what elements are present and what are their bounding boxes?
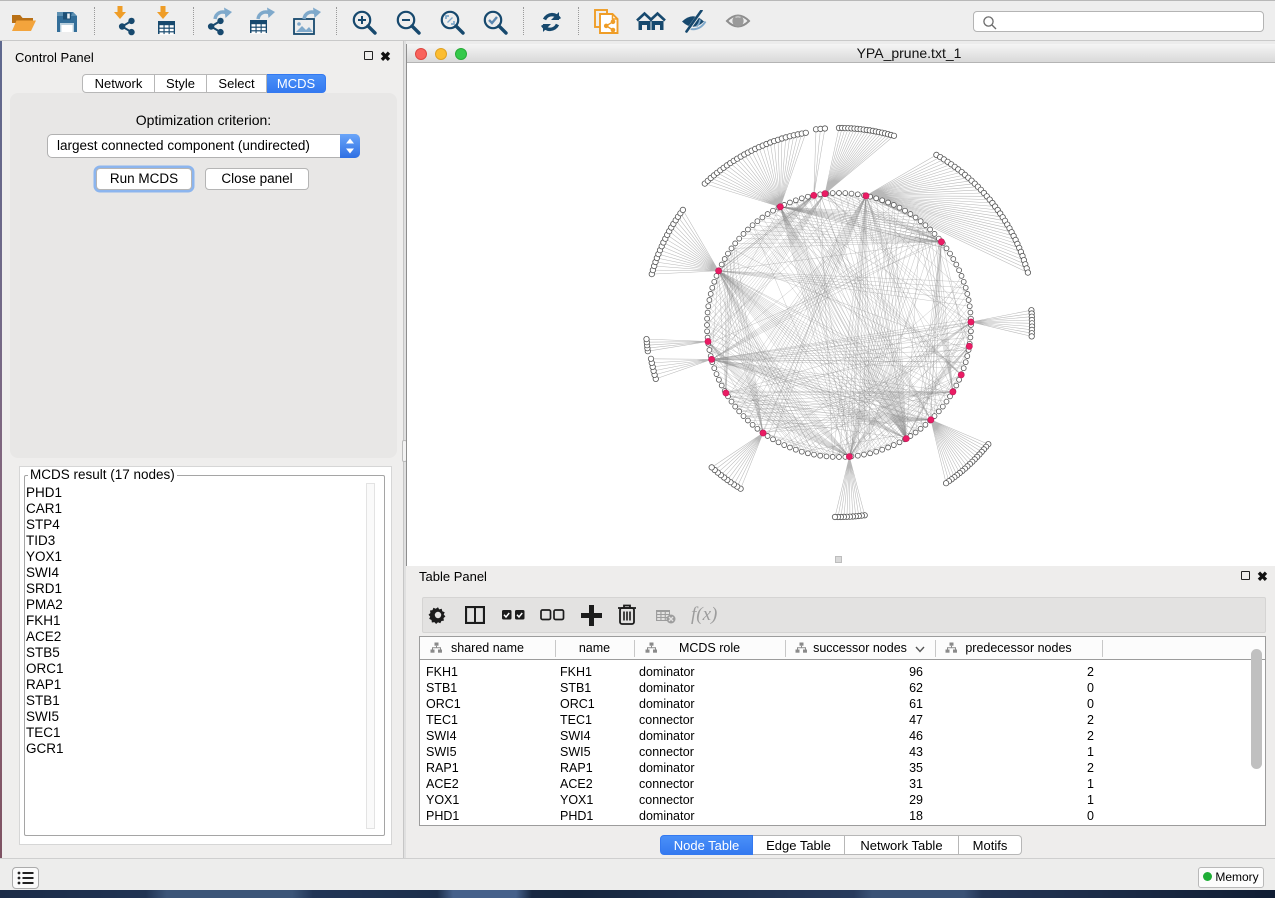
svg-text:f(x): f(x)	[691, 604, 717, 625]
